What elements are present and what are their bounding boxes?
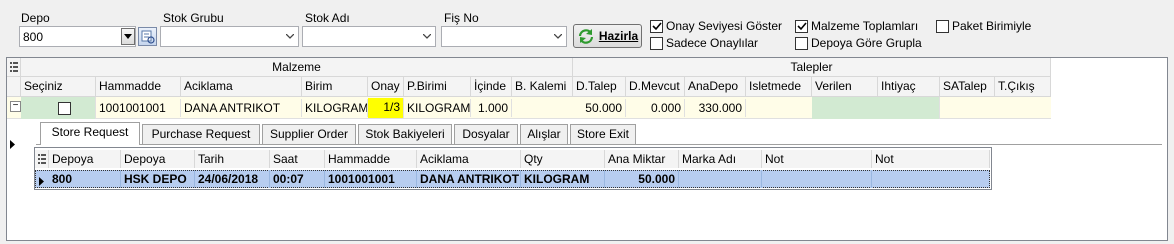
detail-col-aciklama[interactable]: Aciklama [417, 150, 521, 168]
stok-adi-label: Stok Adı [305, 11, 350, 25]
malzeme-toplamlari-checkbox[interactable]: Malzeme Toplamları [795, 19, 918, 33]
checkbox-box [795, 36, 808, 50]
verilen-ihtiyac-cells [812, 97, 940, 119]
hazirla-button[interactable]: Hazirla [573, 24, 642, 48]
sadece-onaylilar-checkbox[interactable]: Sadece Onaylılar [650, 36, 758, 50]
detail-aciklama: DANA ANTRIKOT [417, 170, 521, 188]
checkmark-icon [650, 19, 663, 33]
row-aciklama: DANA ANTRIKOT [181, 99, 302, 117]
col-d-talep[interactable]: D.Talep [573, 77, 626, 97]
detail-col-depoya-adi[interactable]: Depoya [121, 150, 195, 168]
sadece-onaylilar-label: Sadece Onaylılar [666, 36, 759, 50]
detail-col-tarih[interactable]: Tarih [195, 150, 270, 168]
detail-col-depoya-no[interactable]: Depoya [49, 150, 121, 168]
detail-hammadde: 1001001001 [325, 170, 417, 188]
tab-alislar[interactable]: Alışlar [520, 124, 568, 144]
detail-not-1 [762, 170, 872, 188]
tab-stok-bakiyeleri[interactable]: Stok Bakiyeleri [358, 124, 452, 144]
row-birim: KILOGRAM [302, 99, 368, 117]
stok-grubu-label: Stok Grubu [163, 11, 224, 25]
lookup-button[interactable] [138, 27, 157, 46]
col-t-cikis[interactable]: T.Çıkış [995, 77, 1051, 97]
detail-marka-adi [679, 170, 762, 188]
detail-col-qty[interactable]: Qty [521, 150, 605, 168]
row-d-talep: 50.000 [573, 99, 626, 117]
tab-supplier-order[interactable]: Supplier Order [262, 124, 356, 144]
band-malzeme: Malzeme [21, 58, 573, 77]
tab-store-request[interactable]: Store Request [40, 122, 140, 145]
chevron-down-icon [550, 27, 566, 46]
tab-store-exit[interactable]: Store Exit [570, 124, 636, 144]
depoya-gore-grupla-checkbox[interactable]: Depoya Göre Grupla [795, 36, 922, 50]
detail-column-chooser-icon[interactable] [35, 150, 49, 168]
refresh-icon [578, 29, 593, 44]
fis-no-combo[interactable] [441, 26, 567, 47]
onay-seviyesi-label: Onay Seviyesi Göster [666, 19, 783, 33]
row-ana-depo: 330.000 [685, 99, 746, 117]
tab-strip-line [36, 144, 1162, 145]
band-talepler: Talepler [573, 58, 1051, 77]
detail-col-marka-adi[interactable]: Marka Adı [679, 150, 762, 168]
detail-col-not-2[interactable]: Not [872, 150, 990, 168]
col-birim[interactable]: Birim [302, 77, 368, 97]
row-hammadde: 1001001001 [96, 99, 181, 117]
column-chooser-icon[interactable] [7, 58, 21, 77]
detail-saat: 00:07 [270, 170, 325, 188]
col-p-birimi[interactable]: P.Birimi [404, 77, 471, 97]
col-ana-depo[interactable]: AnaDepo [685, 77, 746, 97]
checkbox-box [936, 19, 949, 33]
detail-depo-no: 800 [49, 170, 121, 188]
stok-grubu-combo[interactable] [160, 26, 299, 47]
row-indicator-header [7, 77, 21, 97]
detail-depo-adi: HSK DEPO [121, 170, 195, 188]
tab-purchase-request[interactable]: Purchase Request [142, 124, 260, 144]
hazirla-label: Hazirla [598, 29, 639, 43]
paket-birimiyle-checkbox[interactable]: Paket Birimiyle [936, 19, 1031, 33]
chevron-down-icon [124, 34, 132, 39]
collapse-toggle-icon[interactable]: − [10, 101, 21, 112]
depoya-gore-grupla-label: Depoya Göre Grupla [811, 36, 922, 50]
col-b-kalemi[interactable]: B. Kalemi [512, 77, 573, 97]
detail-col-hammadde[interactable]: Hammadde [325, 150, 417, 168]
col-hammadde[interactable]: Hammadde [96, 77, 181, 97]
checkmark-icon [795, 19, 808, 33]
row-onay[interactable]: 1/3 [368, 98, 404, 118]
paket-birimiyle-label: Paket Birimiyle [952, 19, 1032, 33]
col-isletmede[interactable]: Isletmede [746, 77, 812, 97]
col-satalep[interactable]: SATalep [940, 77, 995, 97]
detail-ana-miktar: 50.000 [605, 170, 679, 188]
chevron-down-icon [282, 27, 298, 46]
depo-dropdown-button[interactable] [121, 28, 135, 45]
row-p-birimi: KILOGRAM [404, 99, 471, 117]
detail-col-not-1[interactable]: Not [762, 150, 872, 168]
current-row-indicator-icon [10, 138, 15, 152]
col-icinde[interactable]: İçinde [471, 77, 512, 97]
tab-dosyalar[interactable]: Dosyalar [454, 124, 518, 144]
malzeme-toplamlari-label: Malzeme Toplamları [811, 19, 919, 33]
detail-qty: KILOGRAM [521, 170, 605, 188]
detail-col-ana-miktar[interactable]: Ana Miktar [605, 150, 679, 168]
row-d-mevcut: 0.000 [626, 99, 685, 117]
detail-row-indicator-icon [39, 175, 44, 189]
detail-tarih: 24/06/2018 [195, 170, 270, 188]
depo-value: 800 [23, 30, 44, 44]
detail-col-saat[interactable]: Saat [270, 150, 325, 168]
depo-label: Depo [21, 11, 50, 25]
col-ihtiyac[interactable]: Ihtiyaç [878, 77, 940, 97]
row-icinde: 1.000 [471, 99, 512, 117]
col-verilen[interactable]: Verilen [812, 77, 878, 97]
onay-seviyesi-checkbox[interactable]: Onay Seviyesi Göster [650, 19, 782, 33]
fis-no-label: Fiş No [444, 11, 479, 25]
select-row-checkbox[interactable] [58, 102, 71, 115]
stok-adi-combo[interactable] [302, 26, 436, 47]
search-list-icon [141, 30, 155, 44]
checkbox-box [650, 36, 663, 50]
col-onay[interactable]: Onay [368, 77, 404, 97]
col-seciniz[interactable]: Seçiniz [21, 77, 96, 97]
depo-combo[interactable]: 800 [19, 26, 136, 47]
col-aciklama[interactable]: Aciklama [181, 77, 302, 97]
col-d-mevcut[interactable]: D.Mevcut [626, 77, 685, 97]
chevron-down-icon [419, 27, 435, 46]
